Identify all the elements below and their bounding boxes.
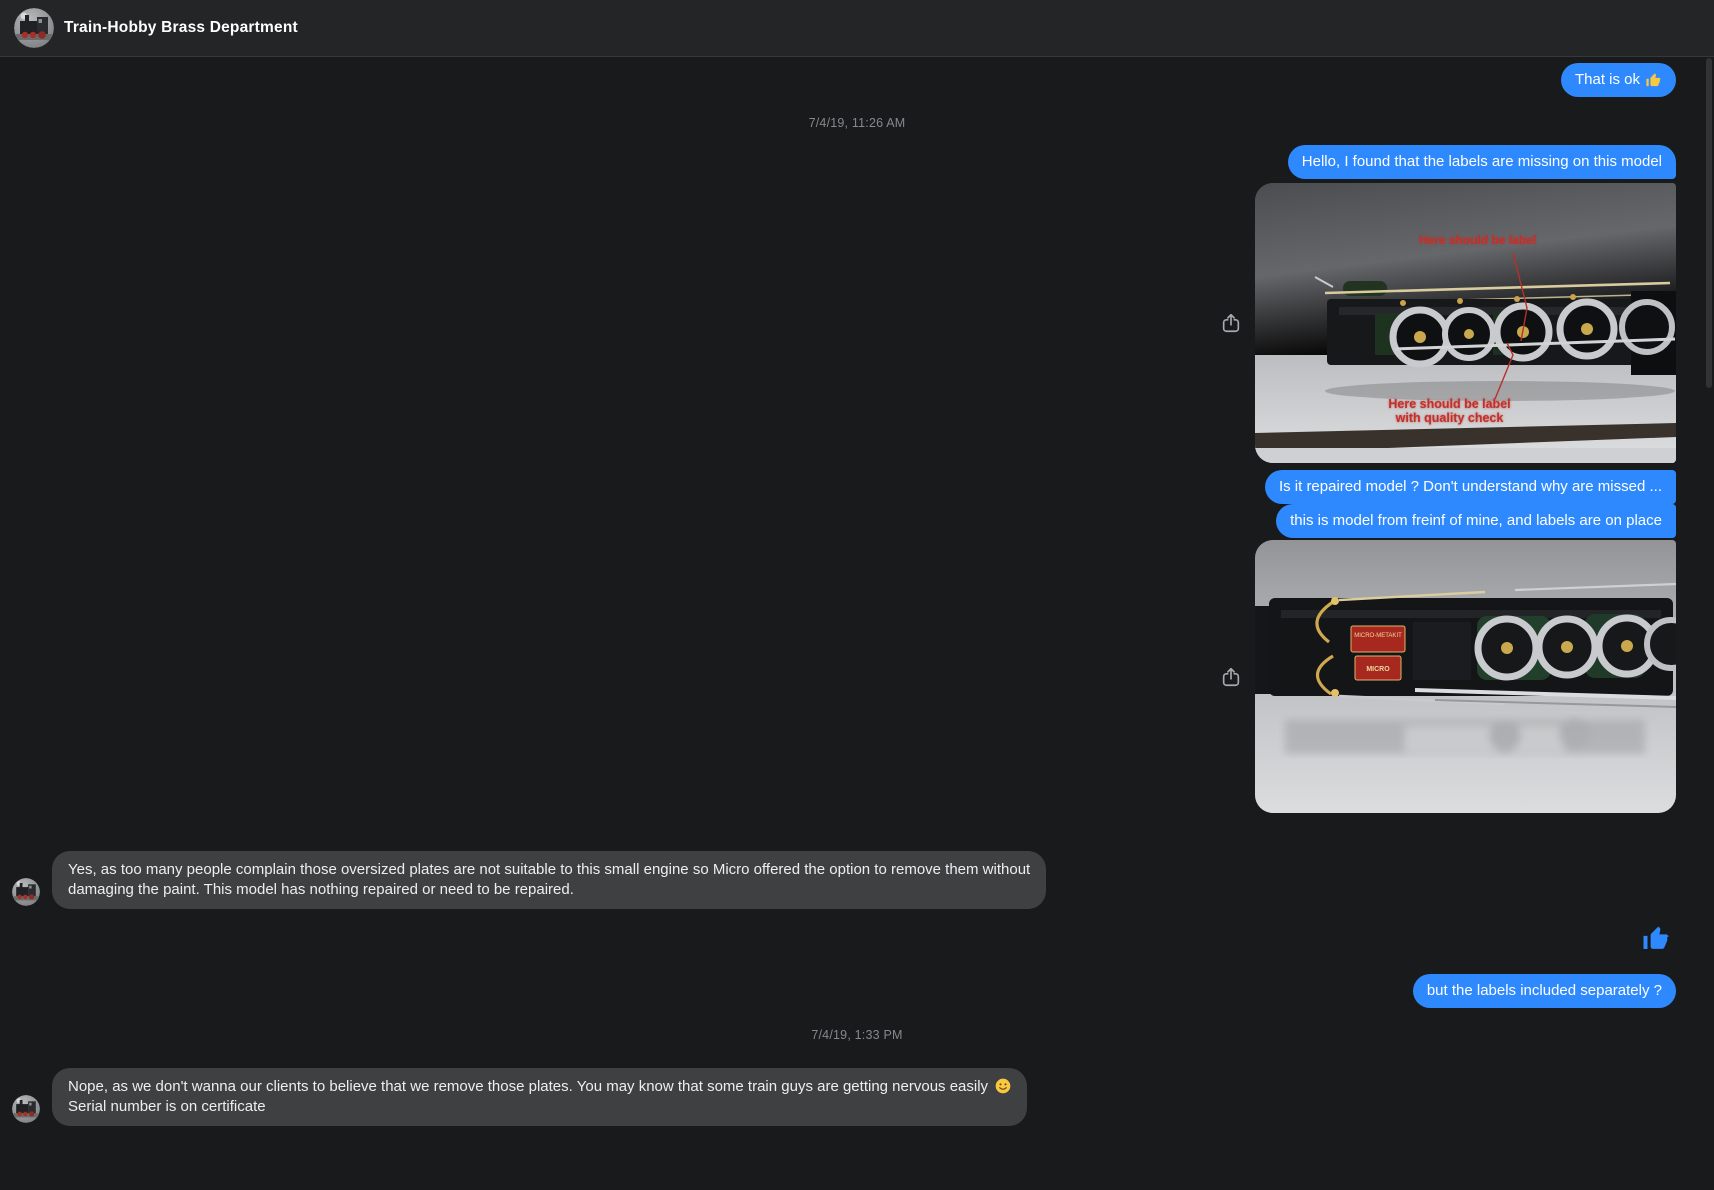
maker-plate-top-text: MICRO-METAKIT: [1354, 633, 1402, 639]
message-text-line1: Yes, as too many people complain those o…: [68, 860, 1030, 880]
maker-plate-bottom-text: MICRO: [1366, 666, 1390, 673]
message-text: but the labels included separately ?: [1427, 981, 1662, 1001]
annotation-here-should-be-label: Here should be label: [1385, 233, 1570, 247]
message-friend-model[interactable]: this is model from freinf of mine, and l…: [1276, 504, 1676, 538]
message-oversized-plates[interactable]: Yes, as too many people complain those o…: [52, 851, 1046, 909]
message-text-line2: damaging the paint. This model has nothi…: [68, 880, 1030, 900]
message-nope-plates[interactable]: Nope, as we don't wanna our clients to b…: [52, 1068, 1027, 1126]
sender-avatar[interactable]: [12, 1095, 40, 1123]
thumbs-up-emoji: [1645, 72, 1662, 89]
messenger-window: Train-Hobby Brass Department That is ok …: [0, 0, 1714, 1190]
train-underside-photo-with-labels: MICRO-METAKIT MICRO: [1255, 540, 1676, 813]
thumbs-up-icon: [1641, 924, 1671, 954]
message-text: this is model from freinf of mine, and l…: [1290, 511, 1662, 531]
share-icon[interactable]: [1220, 311, 1242, 335]
annotation-quality-check: Here should be label with quality check: [1367, 397, 1532, 425]
composer-bar: GIF: [0, 1142, 1714, 1190]
message-is-it-repaired[interactable]: Is it repaired model ? Don't understand …: [1265, 470, 1676, 504]
timestamp-morning: 7/4/19, 11:26 AM: [0, 116, 1714, 130]
attachment-friend-train-photo[interactable]: MICRO-METAKIT MICRO: [1255, 540, 1676, 813]
timestamp-afternoon: 7/4/19, 1:33 PM: [0, 1028, 1714, 1042]
message-text: Is it repaired model ? Don't understand …: [1279, 477, 1662, 497]
chat-header: Train-Hobby Brass Department: [0, 0, 1714, 57]
message-labels-separately[interactable]: but the labels included separately ?: [1413, 974, 1676, 1008]
message-that-is-ok[interactable]: That is ok: [1561, 63, 1676, 97]
message-text-line1: Nope, as we don't wanna our clients to b…: [68, 1077, 1011, 1097]
message-labels-missing[interactable]: Hello, I found that the labels are missi…: [1288, 145, 1676, 179]
sender-avatar[interactable]: [12, 878, 40, 906]
message-text-line2: Serial number is on certificate: [68, 1097, 1011, 1117]
message-text: Hello, I found that the labels are missi…: [1302, 152, 1662, 172]
like-thumb-message[interactable]: [1641, 924, 1671, 959]
scrollbar-thumb[interactable]: [1706, 58, 1712, 388]
smiling-emoji: [995, 1078, 1011, 1094]
conversation-avatar[interactable]: [14, 8, 54, 48]
share-icon[interactable]: [1220, 665, 1242, 689]
attachment-annotated-train-photo[interactable]: Here should be label Here should be labe…: [1255, 183, 1676, 463]
conversation-title: Train-Hobby Brass Department: [64, 19, 298, 37]
message-text: That is ok: [1575, 70, 1640, 90]
